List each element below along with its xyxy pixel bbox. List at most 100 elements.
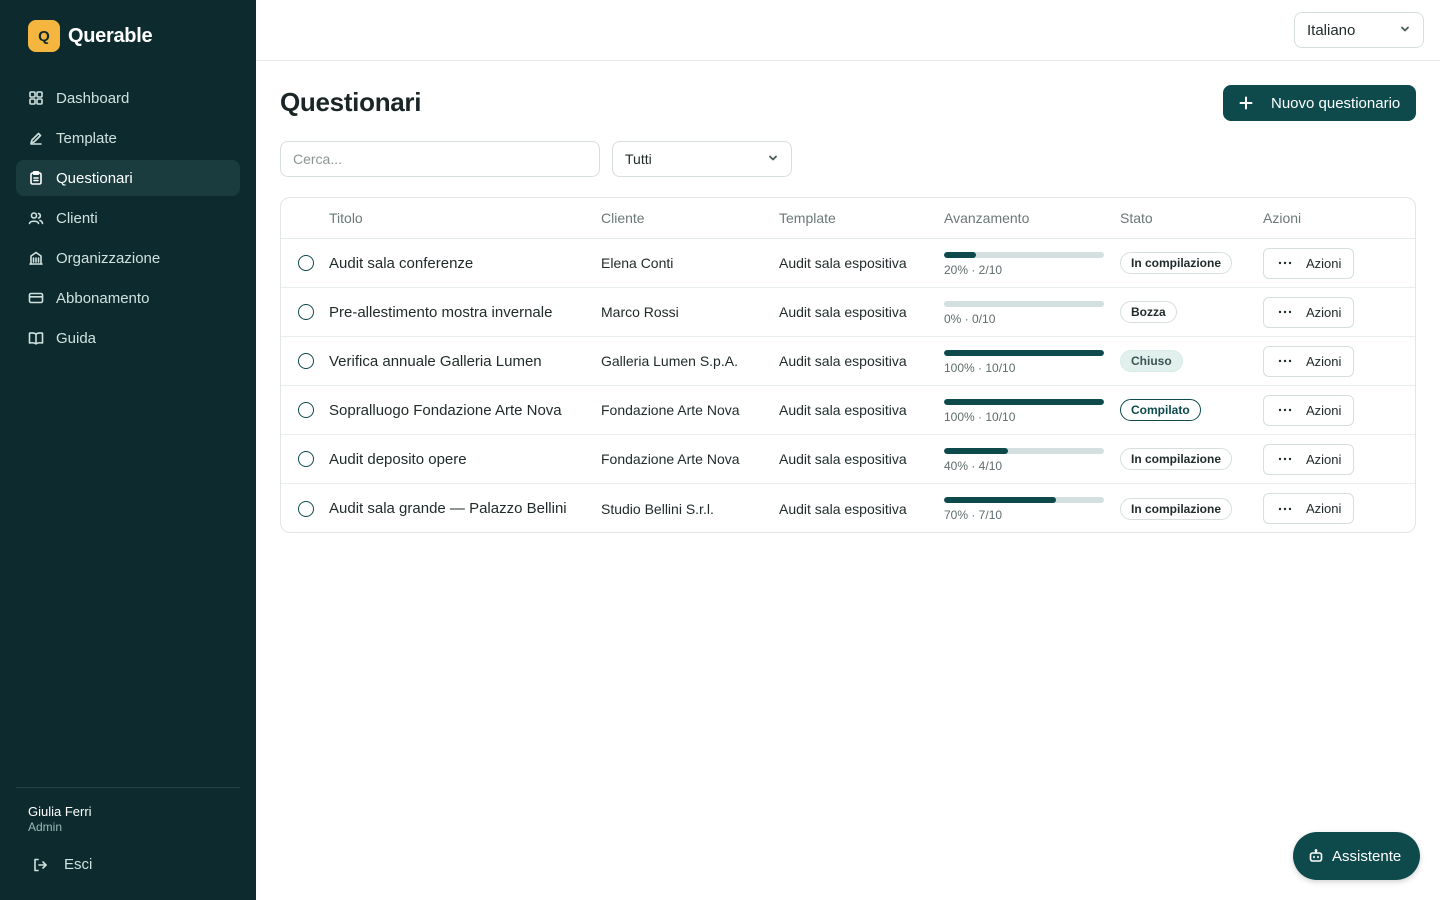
table-header: Titolo Cliente Template Avanzamento Stat… [281,198,1415,239]
row-template: Audit sala espositiva [779,402,907,418]
row-select-radio[interactable] [297,255,314,271]
row-status: In compilazione [1120,497,1263,520]
row-client: Galleria Lumen S.p.A. [601,353,738,369]
search-input[interactable] [280,141,600,177]
table-row[interactable]: Sopralluogo Fondazione Arte Nova Fondazio… [281,386,1415,435]
language-select[interactable]: Italiano [1294,12,1424,48]
more-horizontal-icon [1278,310,1292,314]
row-select-radio[interactable] [297,304,314,320]
row-title[interactable]: Audit sala grande — Palazzo Bellini [329,500,601,517]
row-actions: Azioni [1263,394,1413,426]
row-actions-label: Azioni [1306,255,1342,271]
plus-icon [1239,96,1253,110]
row-template: Audit sala espositiva [779,353,907,369]
sidebar-nav: Dashboard Template Questionari Clienti O… [16,80,240,360]
more-horizontal-icon [1278,261,1292,265]
row-actions-button[interactable]: Azioni [1263,247,1354,279]
row-select-cell [281,500,329,517]
sidebar-item-label: Clienti [56,209,98,227]
status-badge: In compilazione [1120,448,1233,470]
header-client[interactable]: Cliente [601,210,779,226]
bot-icon [1309,849,1323,862]
sidebar-item-questionari[interactable]: Questionari [16,160,240,196]
row-template: Audit sala espositiva [779,255,907,271]
progress-text: 100% · 10/10 [944,360,1016,375]
row-actions-button[interactable]: Azioni [1263,443,1354,475]
row-select-radio[interactable] [297,500,314,517]
status-filter-select[interactable]: Tutti [612,141,792,177]
table-row[interactable]: Audit sala conferenze Elena Conti Audit sa… [281,239,1415,288]
sidebar-item-label: Abbonamento [56,289,150,307]
row-title[interactable]: Verifica annuale Galleria Lumen [329,353,601,370]
progress-bar-fill [944,398,1104,405]
table-row[interactable]: Audit deposito opere Fondazione Arte Nova… [281,435,1415,484]
table-row[interactable]: Verifica annuale Galleria Lumen Galleria … [281,337,1415,386]
header-progress[interactable]: Avanzamento [944,210,1120,226]
sidebar-item-dashboard[interactable]: Dashboard [16,80,240,116]
row-actions-button[interactable]: Azioni [1263,296,1354,328]
sidebar-item-guida[interactable]: Guida [16,320,240,356]
progress-bar [944,251,1104,258]
row-actions: Azioni [1263,345,1413,377]
book-icon [28,330,44,346]
progress-text: 0% · 0/10 [944,311,996,326]
row-status: Bozza [1120,301,1263,323]
header-actions: Azioni [1263,210,1302,226]
table-row[interactable]: Pre-allestimento mostra invernale Marco R… [281,288,1415,337]
sidebar-item-label: Guida [56,329,97,347]
chevron-down-icon [1399,22,1411,39]
sidebar-item-label: Organizzazione [56,249,161,267]
users-icon [28,210,44,226]
row-client: Studio Bellini S.r.l. [601,500,714,517]
sidebar: Q Querable Dashboard Template Questionar… [0,0,256,900]
header-template[interactable]: Template [779,210,944,226]
header-title[interactable]: Titolo [329,210,601,226]
logout-button[interactable]: Esci [32,856,92,873]
progress-text: 40% · 4/10 [944,458,1003,473]
new-questionnaire-button[interactable]: Nuovo questionario [1223,85,1416,121]
row-template: Audit sala espositiva [779,304,907,320]
row-actions-button[interactable]: Azioni [1263,394,1354,426]
status-badge: In compilazione [1120,497,1233,520]
row-title[interactable]: Audit sala conferenze [329,255,601,272]
table-row[interactable]: Audit sala grande — Palazzo Bellini Studi… [281,484,1415,532]
topbar: Italiano [256,0,1440,61]
row-template: Audit sala espositiva [779,500,907,517]
row-status: In compilazione [1120,252,1263,274]
header-status[interactable]: Stato [1120,210,1263,226]
clipboard-icon [28,170,44,186]
row-actions-label: Azioni [1306,304,1342,320]
row-actions-button[interactable]: Azioni [1263,493,1354,524]
row-actions: Azioni [1263,296,1413,328]
progress-bar-fill [944,349,1104,356]
row-select-radio[interactable] [297,451,314,467]
row-title[interactable]: Audit deposito opere [329,451,601,468]
row-select-cell [281,402,329,418]
row-progress: 100% · 10/10 [944,348,1120,375]
chevron-down-icon [767,151,779,167]
row-actions-button[interactable]: Azioni [1263,345,1354,377]
row-title[interactable]: Sopralluogo Fondazione Arte Nova [329,402,601,419]
sidebar-item-abbonamento[interactable]: Abbonamento [16,280,240,316]
row-actions: Azioni [1263,247,1413,279]
sidebar-divider [16,787,240,788]
sidebar-item-clienti[interactable]: Clienti [16,200,240,236]
status-badge: Chiuso [1120,350,1183,372]
progress-bar-fill [944,447,1008,454]
progress-bar [944,300,1104,307]
sidebar-item-template[interactable]: Template [16,120,240,156]
row-actions-label: Azioni [1306,402,1342,418]
brand[interactable]: Q Querable [28,20,153,52]
row-client: Fondazione Arte Nova [601,402,740,418]
row-actions-label: Azioni [1306,451,1342,467]
sidebar-item-organizzazione[interactable]: Organizzazione [16,240,240,276]
progress-bar [944,398,1104,405]
row-select-radio[interactable] [297,402,314,418]
sidebar-item-label: Questionari [56,169,133,187]
brand-logo: Q [28,20,60,52]
row-title[interactable]: Pre-allestimento mostra invernale [329,304,601,321]
assistant-button[interactable]: Assistente [1293,832,1420,880]
questionnaires-table: Titolo Cliente Template Avanzamento Stat… [280,197,1416,533]
row-select-radio[interactable] [297,353,314,369]
row-progress: 100% · 10/10 [944,397,1120,424]
